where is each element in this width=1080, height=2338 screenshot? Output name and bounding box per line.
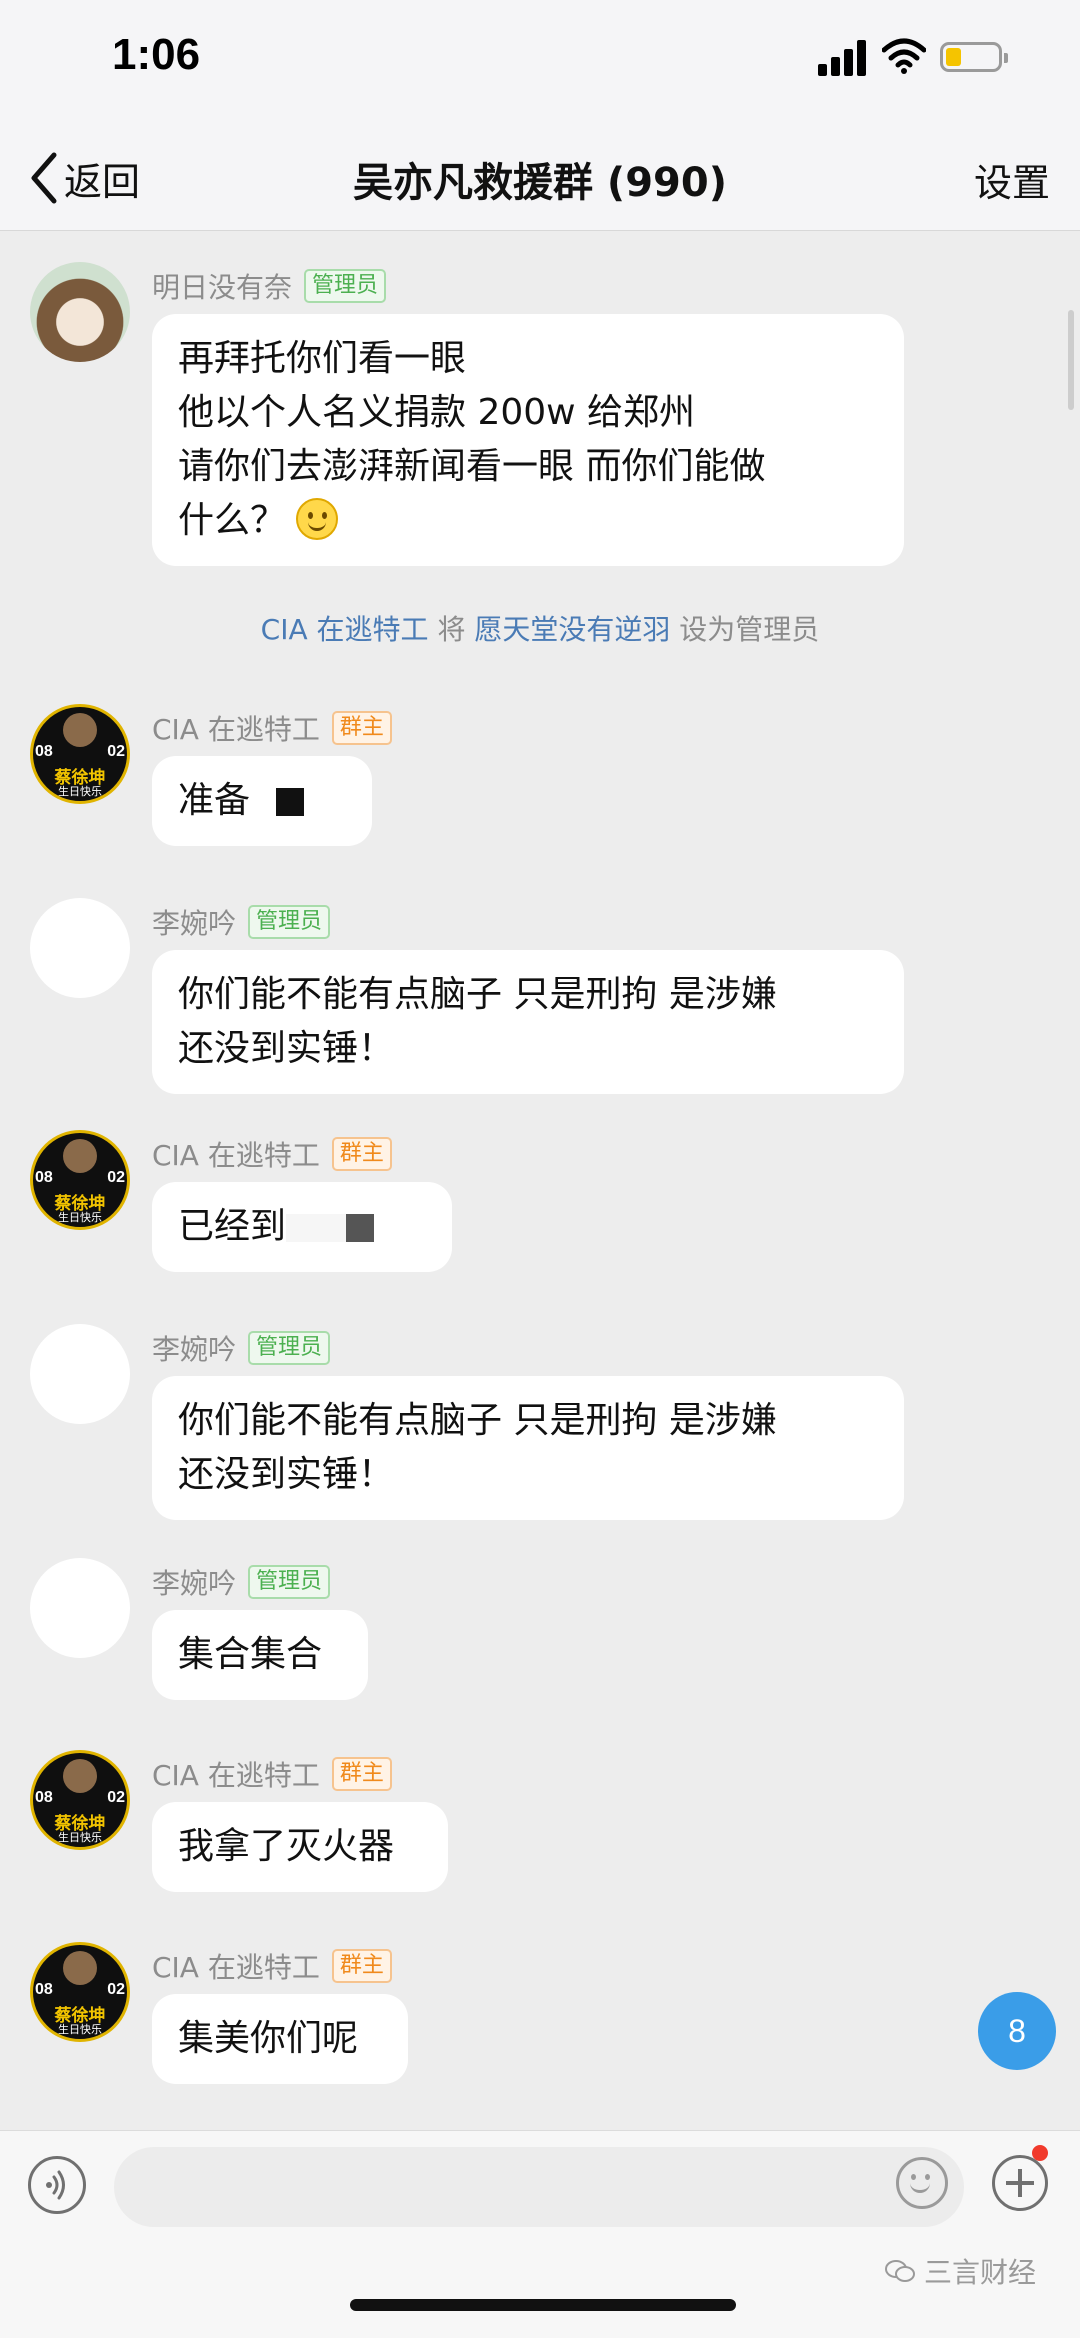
system-note-verb: 将: [437, 613, 466, 646]
message-text: 什么？: [178, 500, 287, 541]
nav-bar: 返回 吴亦凡救援群 (990) 设置: [0, 130, 1080, 231]
avatar-text: 02: [107, 1789, 125, 1806]
admin-badge: 管理员: [304, 269, 387, 303]
system-note-action: 设为管理员: [679, 613, 820, 646]
cellular-signal-icon: [818, 40, 866, 76]
avatar[interactable]: 08 02 蔡徐坤 生日快乐: [30, 704, 130, 804]
message-text: 还没到实锤！: [178, 1454, 395, 1495]
owner-badge: 群主: [331, 1137, 392, 1171]
message-bubble[interactable]: 你们能不能有点脑子 只是刑拘 是涉嫌 还没到实锤！: [152, 1376, 904, 1520]
blurred-block: [286, 1214, 347, 1242]
avatar-text: 08: [35, 1789, 53, 1806]
sender-name: 李婉吟: [152, 907, 237, 940]
message-input[interactable]: [114, 2147, 964, 2227]
emoji-button[interactable]: [896, 2157, 948, 2209]
message-text: 我拿了灭火器: [178, 1826, 395, 1867]
message-bubble[interactable]: 再拜托你们看一眼 他以个人名义捐款 200w 给郑州 请你们去澎湃新闻看一眼 而…: [152, 314, 904, 566]
message-text: 还没到实锤！: [178, 1028, 395, 1069]
status-bar: 1:06: [0, 0, 1080, 130]
message-text: 集合集合: [178, 1634, 323, 1675]
system-note-actor[interactable]: CIA 在逃特工: [261, 613, 429, 646]
message-text: 他以个人名义捐款 200w 给郑州: [178, 392, 696, 433]
notification-dot: [1032, 2145, 1048, 2161]
avatar[interactable]: [30, 1558, 130, 1658]
message-text: 你们能不能有点脑子 只是刑拘 是涉嫌: [178, 974, 777, 1015]
add-attachment-button[interactable]: [992, 2155, 1048, 2211]
sender-name: CIA 在逃特工: [152, 1759, 320, 1792]
avatar-text: 08: [35, 1169, 53, 1186]
message-bubble[interactable]: 准备: [152, 756, 372, 846]
message-bubble[interactable]: 你们能不能有点脑子 只是刑拘 是涉嫌 还没到实锤！: [152, 950, 904, 1094]
sender-name: 李婉吟: [152, 1567, 237, 1600]
wechat-icon: [885, 2260, 915, 2282]
avatar-text: 02: [107, 1169, 125, 1186]
avatar[interactable]: 08 02 蔡徐坤 生日快乐: [30, 1942, 130, 2042]
avatar-text: 08: [35, 1981, 53, 1998]
avatar[interactable]: [30, 1324, 130, 1424]
owner-badge: 群主: [331, 711, 392, 745]
voice-icon: [46, 2170, 65, 2200]
message-text: 已经到: [178, 1206, 287, 1247]
battery-icon: [940, 42, 1008, 72]
message-text: 准备: [178, 780, 251, 821]
sender-name: 李婉吟: [152, 1333, 237, 1366]
owner-badge: 群主: [331, 1757, 392, 1791]
unread-count-badge[interactable]: 8: [978, 1992, 1056, 2070]
admin-badge: 管理员: [248, 1565, 331, 1599]
avatar[interactable]: 08 02 蔡徐坤 生日快乐: [30, 1750, 130, 1850]
voice-button[interactable]: [28, 2156, 86, 2214]
avatar-text: 02: [107, 743, 125, 760]
message-text: 请你们去澎湃新闻看一眼 而你们能做: [178, 446, 766, 487]
message-text: 集美你们呢: [178, 2018, 359, 2059]
avatar-text: 生日快乐: [58, 1211, 102, 1224]
avatar-text: 生日快乐: [58, 2023, 102, 2036]
sender-name: CIA 在逃特工: [152, 1951, 320, 1984]
status-time: 1:06: [112, 30, 201, 79]
message-bubble[interactable]: 已经到: [152, 1182, 452, 1272]
admin-badge: 管理员: [248, 905, 331, 939]
system-note: CIA 在逃特工 将 愿天堂没有逆羽 设为管理员: [0, 608, 1080, 648]
smile-emoji-icon: [296, 498, 339, 540]
settings-button[interactable]: 设置: [974, 152, 1050, 207]
watermark-text: 三言财经: [924, 2256, 1037, 2289]
input-bar: 三言财经: [0, 2130, 1080, 2338]
message-bubble[interactable]: 集合集合: [152, 1610, 368, 1700]
sender-name: CIA 在逃特工: [152, 1139, 320, 1172]
home-indicator[interactable]: [350, 2299, 736, 2311]
sender-name: 明日没有奈: [152, 271, 293, 304]
message-text: 再拜托你们看一眼: [178, 338, 467, 379]
wifi-icon: [882, 38, 926, 74]
message-bubble[interactable]: 我拿了灭火器: [152, 1802, 448, 1892]
avatar-text: 02: [107, 1981, 125, 1998]
owner-badge: 群主: [331, 1949, 392, 1983]
avatar[interactable]: 08 02 蔡徐坤 生日快乐: [30, 1130, 130, 1230]
message-bubble[interactable]: 集美你们呢: [152, 1994, 408, 2084]
avatar-text: 生日快乐: [58, 1831, 102, 1844]
watermark: 三言财经: [884, 2251, 1036, 2291]
avatar[interactable]: [30, 898, 130, 998]
avatar-text: 生日快乐: [58, 785, 102, 798]
redacted-block: [276, 788, 305, 816]
avatar-text: 08: [35, 743, 53, 760]
sender-name: CIA 在逃特工: [152, 713, 320, 746]
page-title: 吴亦凡救援群 (990): [353, 160, 727, 206]
message-text: 你们能不能有点脑子 只是刑拘 是涉嫌: [178, 1400, 777, 1441]
redacted-block: [346, 1214, 375, 1242]
scrollbar[interactable]: [1068, 310, 1074, 410]
system-note-target[interactable]: 愿天堂没有逆羽: [474, 613, 670, 646]
avatar[interactable]: [30, 262, 130, 362]
admin-badge: 管理员: [248, 1331, 331, 1365]
